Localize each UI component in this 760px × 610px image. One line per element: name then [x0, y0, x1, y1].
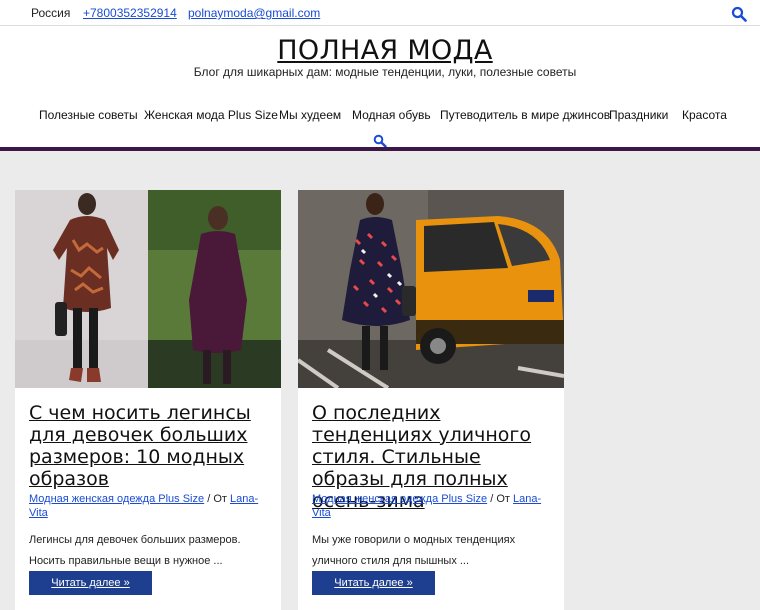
post-thumbnail[interactable]	[15, 190, 281, 388]
country-label: Россия	[31, 6, 71, 20]
post-meta: Модная женская одежда Plus Size / От Lan…	[29, 493, 274, 520]
post-excerpt-line: уличного стиля для пышных ...	[312, 555, 470, 567]
site-title[interactable]: ПОЛНАЯ МОДА	[0, 35, 760, 66]
post-category-link[interactable]: Модная женская одежда Plus Size	[29, 493, 204, 505]
accent-divider	[0, 147, 760, 151]
email-link[interactable]: polnaymoda@gmail.com	[188, 6, 320, 20]
post-excerpt-line: Носить правильные вещи в нужное ...	[29, 555, 223, 567]
post-card: О последних тенденциях уличного стиля. С…	[298, 190, 564, 610]
site-tagline: Блог для шикарных дам: модные тенденции,…	[193, 65, 577, 79]
nav-item-beauty[interactable]: Красота	[682, 108, 727, 122]
post-card: С чем носить легинсы для девочек больших…	[15, 190, 281, 610]
post-author-prefix: От	[213, 493, 227, 505]
phone-link[interactable]: +7800352352914	[83, 6, 177, 20]
read-more-button[interactable]: Читать далее »	[29, 571, 152, 595]
search-icon[interactable]	[373, 134, 387, 148]
read-more-button[interactable]: Читать далее »	[312, 571, 435, 595]
post-author-prefix: От	[496, 493, 510, 505]
nav-item-holidays[interactable]: Праздники	[609, 108, 668, 122]
main-nav: Полезные советы Женская мода Plus Size М…	[0, 108, 760, 126]
post-title[interactable]: С чем носить легинсы для девочек больших…	[29, 402, 274, 490]
site-header: ПОЛНАЯ МОДА Блог для шикарных дам: модны…	[0, 26, 760, 148]
nav-item-weight-loss[interactable]: Мы худеем	[279, 108, 341, 122]
post-meta: Модная женская одежда Plus Size / От Lan…	[312, 493, 557, 520]
top-bar: Россия +7800352352914 polnaymoda@gmail.c…	[0, 0, 760, 26]
nav-item-plus-size[interactable]: Женская мода Plus Size	[144, 108, 278, 122]
post-thumbnail[interactable]	[298, 190, 564, 388]
post-category-link[interactable]: Модная женская одежда Plus Size	[312, 493, 487, 505]
post-excerpt-line: Мы уже говорили о модных тенденциях	[312, 534, 516, 546]
nav-item-shoes[interactable]: Модная обувь	[352, 108, 431, 122]
search-icon[interactable]	[731, 6, 747, 22]
post-excerpt-line: Легинсы для девочек больших размеров.	[29, 534, 241, 546]
nav-item-tips[interactable]: Полезные советы	[39, 108, 138, 122]
nav-item-jeans[interactable]: Путеводитель в мире джинсов	[440, 108, 610, 122]
